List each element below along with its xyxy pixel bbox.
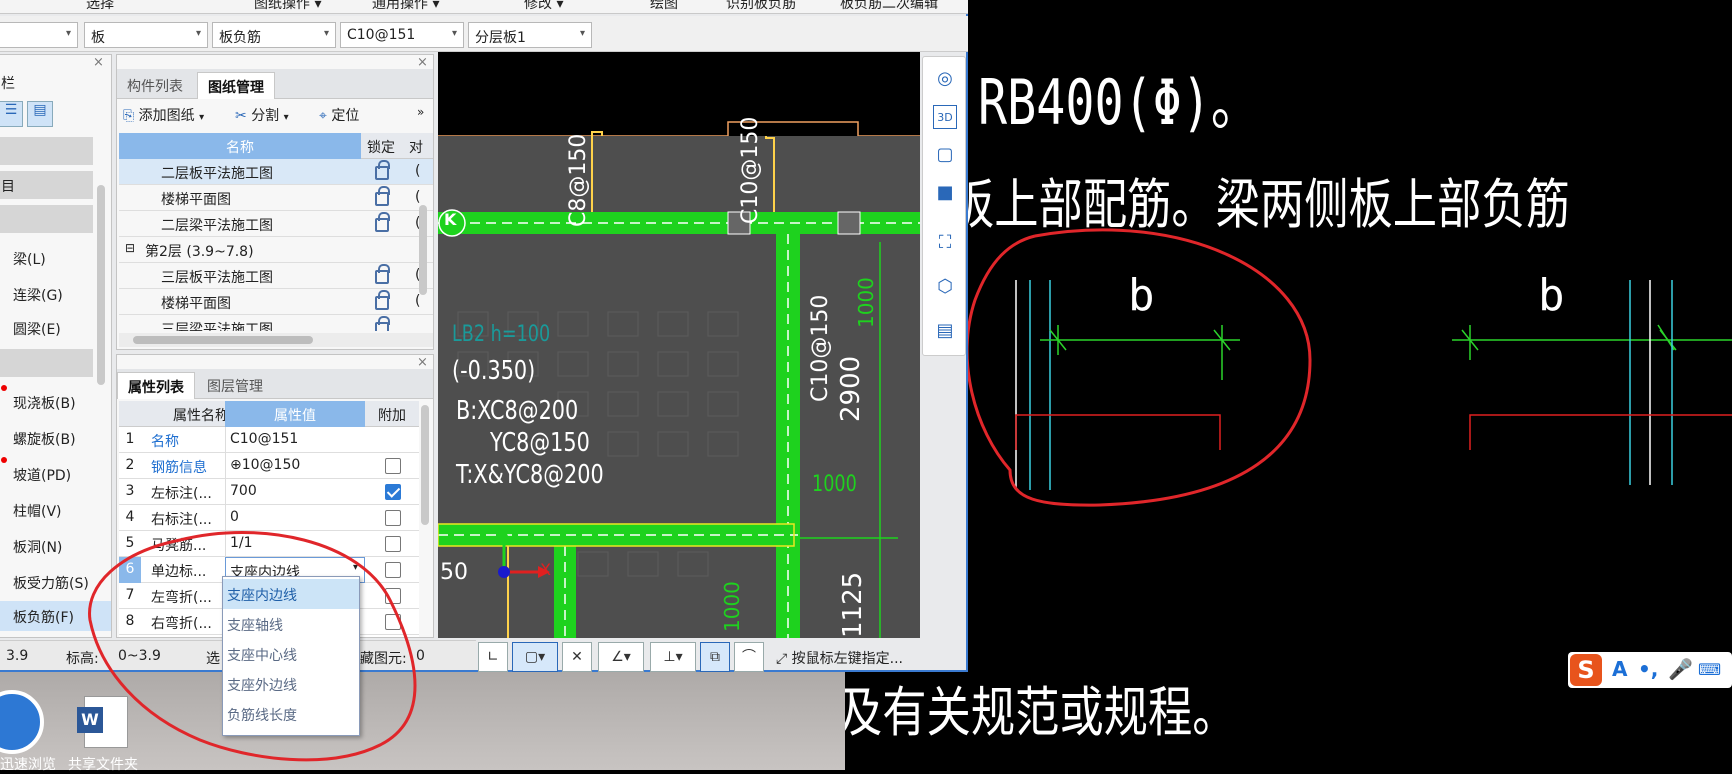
annotation-circle <box>88 531 417 762</box>
